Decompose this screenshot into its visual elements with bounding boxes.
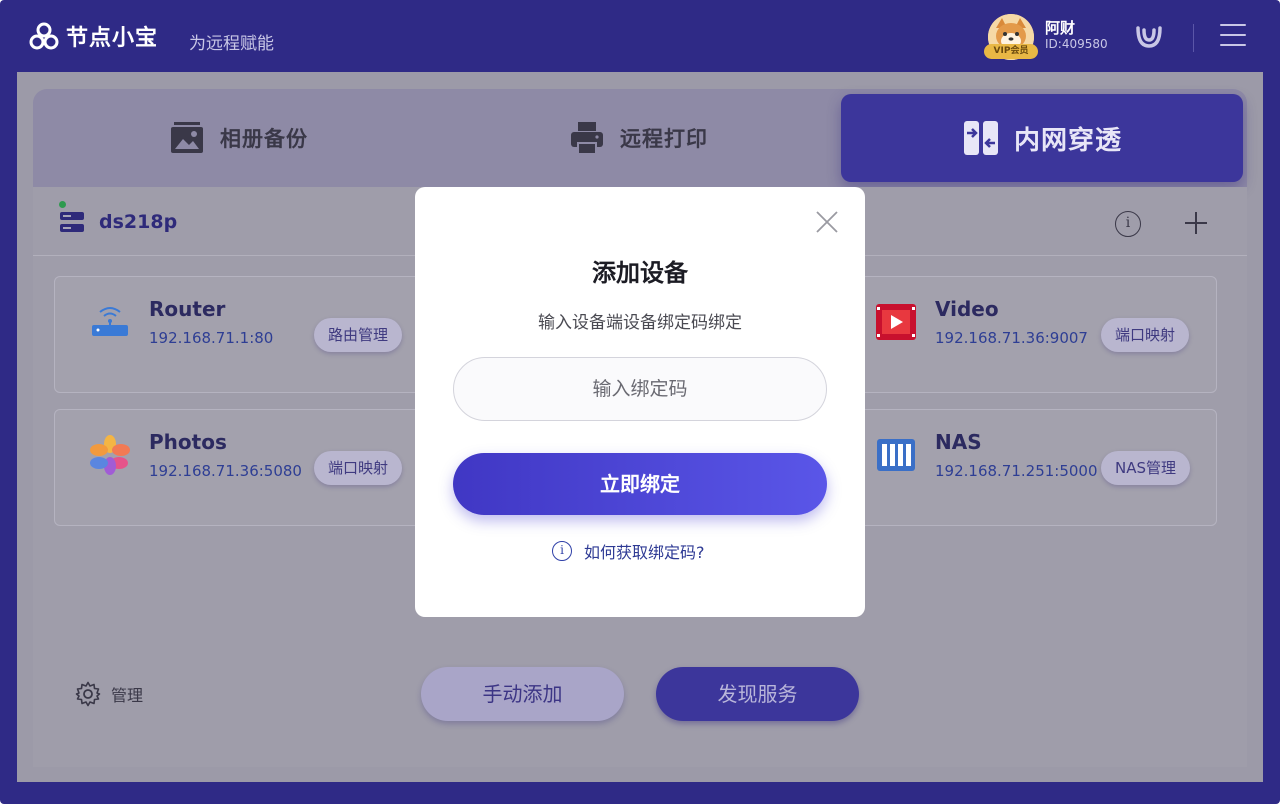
bind-now-button[interactable]: 立即绑定 <box>453 453 827 515</box>
service-address: 192.168.71.1:80 <box>149 329 274 347</box>
brand-icon[interactable] <box>1133 20 1165 52</box>
bind-code-input[interactable] <box>453 357 827 421</box>
tab-intranet-penetration[interactable]: 内网穿透 <box>841 94 1243 182</box>
user-name[interactable]: 阿财 <box>1045 17 1075 38</box>
tab-remote-print[interactable]: 远程打印 <box>473 89 803 187</box>
video-icon <box>876 304 916 340</box>
network-tunnel-icon <box>963 121 998 155</box>
app-logo: 节点小宝 <box>28 20 158 52</box>
tab-photo-backup[interactable]: 相册备份 <box>73 89 403 187</box>
vip-badge: VIP会员 <box>984 44 1038 59</box>
device-header[interactable]: ds218p <box>57 207 177 237</box>
header-divider <box>1193 24 1194 52</box>
service-name: Router <box>149 297 226 321</box>
service-name: Video <box>935 297 999 321</box>
add-icon[interactable] <box>1183 210 1209 236</box>
user-id: ID:409580 <box>1045 37 1108 51</box>
manage-button[interactable]: 管理 <box>75 681 143 707</box>
photo-album-icon <box>171 122 203 153</box>
close-icon[interactable] <box>816 211 838 233</box>
manage-label: 管理 <box>111 686 144 705</box>
nas-icon <box>877 439 915 471</box>
router-icon <box>92 307 128 336</box>
app-slogan: 为远程赋能 <box>189 34 274 54</box>
tab-label: 相册备份 <box>220 127 308 151</box>
service-item-video[interactable]: Video 192.168.71.36:9007 <box>875 297 1088 347</box>
tab-label: 内网穿透 <box>1013 125 1122 156</box>
help-link[interactable]: i 如何获取绑定码? <box>552 539 705 563</box>
nas-manage-button[interactable]: NAS管理 <box>1101 451 1191 485</box>
app-name: 节点小宝 <box>66 26 159 51</box>
hamburger-menu-icon[interactable] <box>1220 24 1246 48</box>
service-address: 192.168.71.36:9007 <box>935 329 1088 347</box>
video-port-mapping-button[interactable]: 端口映射 <box>1101 318 1190 352</box>
avatar[interactable]: VIP会员 <box>984 14 1038 60</box>
device-name: ds218p <box>99 211 178 233</box>
info-icon[interactable]: i <box>1115 211 1141 237</box>
dialog-subtitle: 输入设备端设备绑定码绑定 <box>538 313 742 333</box>
bottom-strip <box>0 804 1280 809</box>
router-manage-button[interactable]: 路由管理 <box>314 318 403 352</box>
help-link-label: 如何获取绑定码? <box>584 543 705 562</box>
service-item-nas[interactable]: NAS 192.168.71.251:5000 <box>875 430 1098 480</box>
photos-icon <box>90 435 130 475</box>
service-item-photos[interactable]: Photos 192.168.71.36:5080 <box>89 430 302 480</box>
add-device-dialog: 添加设备 输入设备端设备绑定码绑定 立即绑定 i 如何获取绑定码? <box>415 187 865 617</box>
service-name: Photos <box>149 430 227 454</box>
tab-bar: 相册备份 远程打印 内网穿透 <box>33 89 1247 187</box>
photos-port-mapping-button[interactable]: 端口映射 <box>314 451 403 485</box>
gear-icon <box>75 681 101 707</box>
dialog-title: 添加设备 <box>592 259 688 287</box>
service-address: 192.168.71.251:5000 <box>935 462 1098 480</box>
logo-icon <box>29 22 59 50</box>
manual-add-button[interactable]: 手动添加 <box>421 667 624 721</box>
top-bar: 节点小宝 为远程赋能 VIP会员 阿财 ID:409580 <box>0 0 1280 72</box>
info-icon: i <box>552 541 572 561</box>
service-address: 192.168.71.36:5080 <box>149 462 302 480</box>
tab-label: 远程打印 <box>620 127 708 151</box>
printer-icon <box>571 122 603 155</box>
service-name: NAS <box>935 430 982 454</box>
service-item-router[interactable]: Router 192.168.71.1:80 <box>89 297 273 347</box>
server-icon <box>60 212 84 232</box>
discover-services-button[interactable]: 发现服务 <box>656 667 859 721</box>
